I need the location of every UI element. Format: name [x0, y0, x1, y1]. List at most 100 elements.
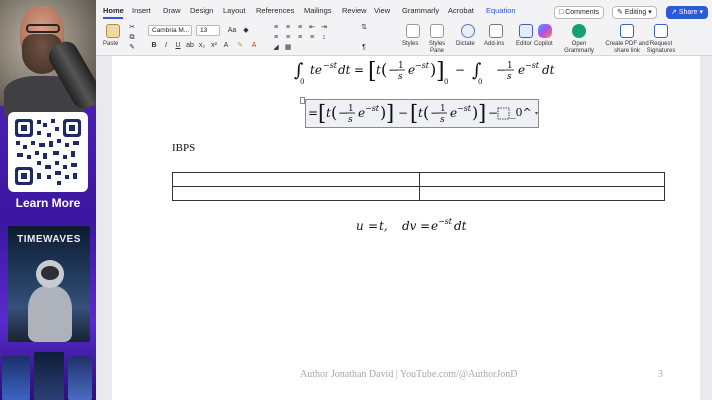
microphone-icon[interactable]	[461, 24, 475, 38]
equation-in-edit[interactable]: = [ t ( − 1 s e −st ) ] − [ t ( − 1 s e …	[308, 101, 538, 127]
borders-icon[interactable]: ▦	[284, 44, 292, 52]
bold-icon[interactable]: B	[150, 42, 158, 50]
multilevel-list-icon[interactable]: ≡	[296, 24, 304, 32]
styles-pane-icon[interactable]	[430, 24, 444, 38]
overlay-panel: Learn More TIMEWAVES	[0, 0, 96, 400]
svg-text:[: [	[410, 101, 418, 125]
text-effects-icon[interactable]: A	[222, 42, 230, 50]
tab-references[interactable]: References	[256, 6, 294, 15]
book-thumbnail	[2, 356, 30, 400]
equation-integral[interactable]: ∫ 0 te −st dt = [ t ( − 1 s e −st ) ] 0 …	[292, 58, 562, 88]
svg-text:dt: dt	[542, 63, 555, 77]
sort-icon[interactable]: ⇅	[360, 24, 368, 32]
svg-text:−: −	[496, 63, 506, 77]
qr-code-image	[13, 117, 83, 187]
tab-grammarly[interactable]: Grammarly	[402, 6, 439, 15]
underline-icon[interactable]: U	[174, 42, 182, 50]
svg-text:dt: dt	[338, 63, 351, 77]
create-pdf-icon[interactable]	[620, 24, 634, 38]
page-footer: Author Jonathan David | YouTube.com/@Aut…	[300, 369, 518, 380]
svg-text:t,: t,	[379, 219, 388, 233]
share-button[interactable]: ↗ Share ▾	[666, 6, 708, 19]
increase-indent-icon[interactable]: ⇥	[320, 24, 328, 32]
tab-mailings[interactable]: Mailings	[304, 6, 332, 15]
copy-icon[interactable]: ⧉	[128, 34, 136, 42]
tab-review[interactable]: Review	[342, 6, 367, 15]
align-right-icon[interactable]: ≡	[296, 34, 304, 42]
copilot-icon[interactable]	[538, 24, 552, 38]
svg-text:s: s	[348, 115, 353, 125]
font-name-select[interactable]: Cambria M...	[148, 25, 192, 36]
cut-icon[interactable]: ✂	[128, 24, 136, 32]
align-left-icon[interactable]: ≡	[272, 34, 280, 42]
font-color-icon[interactable]: A	[250, 42, 258, 50]
line-spacing-icon[interactable]: ↕	[320, 34, 328, 42]
chevron-down-icon: ▾	[699, 9, 703, 16]
paste-icon[interactable]	[106, 24, 120, 38]
styles-icon[interactable]	[406, 24, 420, 38]
request-signatures-icon[interactable]	[654, 24, 668, 38]
editor-label: Editor	[516, 41, 532, 47]
svg-text:0: 0	[444, 78, 448, 86]
show-formatting-icon[interactable]: ¶	[360, 44, 368, 52]
svg-text:−: −	[455, 63, 465, 77]
tab-equation[interactable]: Equation	[486, 6, 516, 15]
tab-acrobat[interactable]: Acrobat	[448, 6, 474, 15]
italic-icon[interactable]: I	[162, 42, 170, 50]
clear-format-icon[interactable]: ◆	[242, 27, 250, 35]
document-table[interactable]	[172, 172, 665, 201]
svg-text:=: =	[420, 219, 430, 233]
highlight-icon[interactable]: ✎	[236, 42, 244, 50]
book-thumbnail	[68, 356, 92, 400]
svg-text:0: 0	[300, 78, 304, 86]
svg-text:s: s	[440, 115, 445, 125]
justify-icon[interactable]: ≡	[308, 34, 316, 42]
svg-text:0: 0	[478, 78, 482, 86]
editor-icon[interactable]	[519, 24, 533, 38]
bullets-icon[interactable]: ≡	[272, 24, 280, 32]
tab-home[interactable]: Home	[103, 6, 124, 15]
request-signatures-label: Request Signatures	[646, 41, 676, 54]
svg-text:1: 1	[507, 61, 513, 71]
svg-text:−: −	[488, 106, 498, 120]
tab-draw[interactable]: Draw	[163, 6, 181, 15]
svg-text:−st: −st	[365, 104, 380, 113]
format-painter-icon[interactable]: ✎	[128, 44, 136, 52]
svg-text:=: =	[368, 219, 378, 233]
svg-text:−st: −st	[438, 217, 453, 226]
subscript-icon[interactable]: x₂	[198, 42, 206, 50]
font-size-change-icon[interactable]: Aa	[226, 27, 238, 35]
qr-code-card: Learn More	[6, 108, 90, 216]
chevron-down-icon: ▾	[648, 9, 652, 16]
editing-button[interactable]: ✎ Editing ▾	[612, 6, 657, 19]
svg-text:(: (	[381, 60, 387, 79]
strikethrough-icon[interactable]: ab	[186, 42, 194, 50]
svg-text:−st: −st	[323, 61, 338, 70]
align-center-icon[interactable]: ≡	[284, 34, 292, 42]
webcam-video	[0, 0, 96, 116]
grammarly-label: Open Grammarly	[564, 41, 594, 54]
svg-text:u: u	[356, 219, 364, 233]
comments-button[interactable]: □ Comments	[554, 6, 605, 19]
superscript-icon[interactable]: x²	[210, 42, 218, 50]
styles-label: Styles	[402, 41, 419, 47]
svg-text:−st: −st	[457, 104, 472, 113]
svg-text:1: 1	[348, 104, 354, 114]
comment-icon: □	[559, 9, 564, 16]
equation-substitution[interactable]: u = t, dv = e −st dt	[356, 216, 496, 236]
decrease-indent-icon[interactable]: ⇤	[308, 24, 316, 32]
grammarly-icon[interactable]	[572, 24, 586, 38]
svg-text:−st: −st	[525, 61, 540, 70]
tab-design[interactable]: Design	[190, 6, 213, 15]
font-size-select[interactable]: 13	[196, 25, 220, 36]
svg-text:(: (	[423, 103, 429, 122]
tab-view[interactable]: View	[374, 6, 390, 15]
addins-icon[interactable]	[489, 24, 503, 38]
numbering-icon[interactable]: ≡	[284, 24, 292, 32]
shading-icon[interactable]: ◢	[272, 44, 280, 52]
tab-layout[interactable]: Layout	[223, 6, 246, 15]
equation-options-chevron-icon[interactable]: ▾	[535, 110, 538, 117]
svg-text:]: ]	[386, 101, 394, 125]
svg-text:1: 1	[440, 104, 446, 114]
tab-insert[interactable]: Insert	[132, 6, 151, 15]
